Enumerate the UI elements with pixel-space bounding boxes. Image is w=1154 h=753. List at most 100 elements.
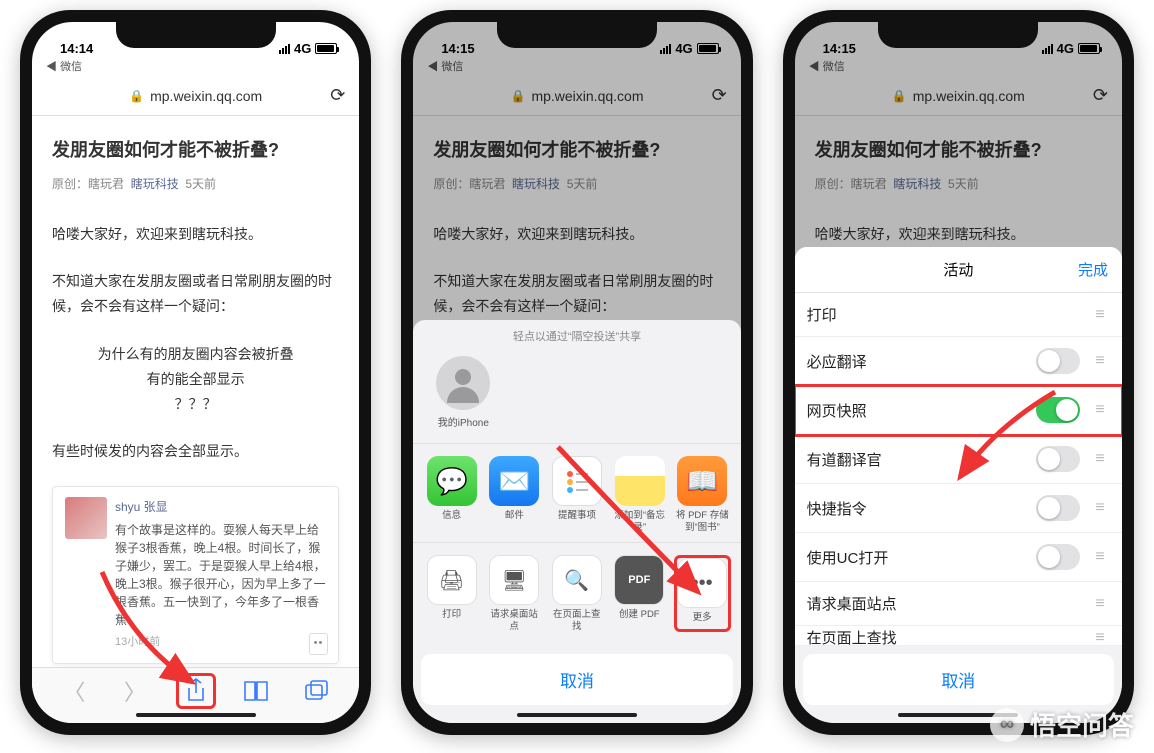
article-content: 发朋友圈如何才能不被折叠? 原创：瞎玩君 瞎玩科技 5天前 哈喽大家好，欢迎来到… xyxy=(32,116,359,723)
activity-row[interactable]: 打印≡ xyxy=(795,293,1122,337)
activity-name: 快捷指令 xyxy=(807,498,1036,519)
app-notes[interactable]: 添加到“备忘录” xyxy=(611,456,668,532)
notes-icon xyxy=(615,456,665,506)
app-reminders[interactable]: 提醒事项 xyxy=(549,456,606,532)
activity-row[interactable]: 快捷指令 ≡ xyxy=(795,484,1122,533)
signal-bars-icon xyxy=(279,44,290,54)
cancel-button[interactable]: 取消 xyxy=(421,654,732,705)
card-username[interactable]: shyu 张显 xyxy=(115,497,326,519)
phone-3: 14:15 4G ◀ 微信 🔒 mp.weixin.qq.com ⟳ 发朋友圈如… xyxy=(783,10,1134,735)
share-apps-row: 💬信息 ✉️邮件 提醒事项 添加到“备忘录” 📖将 PDF 存储到“图书” xyxy=(413,444,740,543)
share-actions-row: 🖨打印 🖥请求桌面站点 🔍在页面上查找 PDF创建 PDF •••更多 xyxy=(413,543,740,646)
drag-handle-icon[interactable]: ≡ xyxy=(1090,306,1110,324)
action-more[interactable]: •••更多 xyxy=(674,555,731,632)
cancel-button[interactable]: 取消 xyxy=(803,654,1114,705)
activity-name: 打印 xyxy=(807,304,1090,325)
person-icon xyxy=(436,356,490,410)
drag-handle-icon[interactable]: ≡ xyxy=(1090,401,1110,419)
drag-handle-icon[interactable]: ≡ xyxy=(1090,629,1110,647)
url-bar[interactable]: 🔒 mp.weixin.qq.com ⟳ xyxy=(32,76,359,116)
forward-icon[interactable]: 〉 xyxy=(115,673,155,709)
messages-icon: 💬 xyxy=(427,456,477,506)
activities-panel: 活动 完成 打印≡必应翻译≡网页快照≡有道翻译官≡快捷指令≡使用UC打开≡请求桌… xyxy=(795,247,1122,723)
battery-icon xyxy=(315,43,337,54)
watermark-logo-icon: ∞ xyxy=(990,708,1024,742)
action-desktop-site[interactable]: 🖥请求桌面站点 xyxy=(486,555,543,632)
back-to-app[interactable]: ◀ 微信 xyxy=(32,56,359,76)
avatar-thumb xyxy=(65,497,107,539)
bookmarks-icon[interactable] xyxy=(236,673,276,709)
activity-row[interactable]: 必应翻译 ≡ xyxy=(795,337,1122,386)
activity-row[interactable]: 请求桌面站点≡ xyxy=(795,582,1122,626)
activity-row[interactable]: 在页面上查找≡ xyxy=(795,626,1122,646)
activity-row[interactable]: 使用UC打开 ≡ xyxy=(795,533,1122,582)
toggle-switch[interactable] xyxy=(1036,495,1080,521)
paragraph: 有些时候发的内容会全部显示。 xyxy=(52,439,339,464)
more-dots-icon[interactable]: •• xyxy=(309,633,329,655)
phone-1: 14:14 4G ◀ 微信 🔒 mp.weixin.qq.com ⟳ 发朋友圈如… xyxy=(20,10,371,735)
moments-card: shyu 张显 有个故事是这样的。耍猴人每天早上给猴子3根香蕉，晚上4根。时间长… xyxy=(52,486,339,663)
airdrop-contact[interactable]: 我的iPhone xyxy=(431,356,495,429)
search-icon: 🔍 xyxy=(552,555,602,605)
done-button[interactable]: 完成 xyxy=(1078,259,1108,280)
share-sheet: 轻点以通过“隔空投送”共享 我的iPhone 💬信息 ✉️邮件 提醒事项 添加到… xyxy=(413,320,740,723)
share-icon[interactable] xyxy=(176,673,216,709)
desktop-icon: 🖥 xyxy=(489,555,539,605)
app-messages[interactable]: 💬信息 xyxy=(423,456,480,532)
card-text: 有个故事是这样的。耍猴人每天早上给猴子3根香蕉，晚上4根。时间长了，猴子嫌少，罢… xyxy=(115,521,326,629)
books-icon: 📖 xyxy=(677,456,727,506)
clock: 14:14 xyxy=(60,41,93,56)
reload-icon[interactable]: ⟳ xyxy=(330,85,345,106)
article-meta: 原创：瞎玩君 瞎玩科技 5天前 xyxy=(52,174,339,196)
source-link[interactable]: 瞎玩科技 xyxy=(131,177,179,191)
more-icon: ••• xyxy=(677,558,727,608)
network-label: 4G xyxy=(294,41,311,56)
app-books[interactable]: 📖将 PDF 存储到“图书” xyxy=(674,456,731,532)
article-title: 发朋友圈如何才能不被折叠? xyxy=(52,134,339,166)
drag-handle-icon[interactable]: ≡ xyxy=(1090,595,1110,613)
activity-name: 在页面上查找 xyxy=(807,627,1090,646)
activity-row[interactable]: 有道翻译官 ≡ xyxy=(795,435,1122,484)
card-time: 13小时前 xyxy=(115,633,326,653)
activities-list: 打印≡必应翻译≡网页快照≡有道翻译官≡快捷指令≡使用UC打开≡请求桌面站点≡在页… xyxy=(795,293,1122,646)
activity-name: 使用UC打开 xyxy=(807,547,1036,568)
phone-2: 14:15 4G ◀ 微信 🔒 mp.weixin.qq.com ⟳ 发朋友圈如… xyxy=(401,10,752,735)
activity-name: 请求桌面站点 xyxy=(807,593,1090,614)
activity-name: 有道翻译官 xyxy=(807,449,1036,470)
home-indicator[interactable] xyxy=(136,713,256,717)
mail-icon: ✉️ xyxy=(489,456,539,506)
home-indicator[interactable] xyxy=(517,713,637,717)
airdrop-row: 我的iPhone xyxy=(413,350,740,444)
activity-row[interactable]: 网页快照 ≡ xyxy=(795,386,1122,435)
paragraph-center: 为什么有的朋友圈内容会被折叠 有的能全部显示 ？？？ xyxy=(52,342,339,418)
toggle-switch[interactable] xyxy=(1036,348,1080,374)
app-mail[interactable]: ✉️邮件 xyxy=(486,456,543,532)
print-icon: 🖨 xyxy=(427,555,477,605)
action-print[interactable]: 🖨打印 xyxy=(423,555,480,632)
lock-icon: 🔒 xyxy=(129,89,144,103)
pdf-icon: PDF xyxy=(614,555,664,605)
drag-handle-icon[interactable]: ≡ xyxy=(1090,548,1110,566)
reminders-icon xyxy=(552,456,602,506)
notch xyxy=(116,22,276,48)
activity-name: 必应翻译 xyxy=(807,351,1036,372)
notch xyxy=(878,22,1038,48)
airdrop-hint: 轻点以通过“隔空投送”共享 xyxy=(413,328,740,344)
activity-name: 网页快照 xyxy=(807,400,1036,421)
drag-handle-icon[interactable]: ≡ xyxy=(1090,352,1110,370)
toggle-switch[interactable] xyxy=(1036,544,1080,570)
toggle-switch[interactable] xyxy=(1036,446,1080,472)
watermark: ∞ 悟空问答 xyxy=(990,706,1134,743)
url-text: mp.weixin.qq.com xyxy=(150,88,262,104)
activities-header: 活动 完成 xyxy=(795,247,1122,293)
tabs-icon[interactable] xyxy=(297,673,337,709)
drag-handle-icon[interactable]: ≡ xyxy=(1090,450,1110,468)
action-create-pdf[interactable]: PDF创建 PDF xyxy=(611,555,668,632)
toggle-switch[interactable] xyxy=(1036,397,1080,423)
action-find[interactable]: 🔍在页面上查找 xyxy=(548,555,605,632)
drag-handle-icon[interactable]: ≡ xyxy=(1090,499,1110,517)
notch xyxy=(497,22,657,48)
paragraph: 不知道大家在发朋友圈或者日常刷朋友圈的时候，会不会有这样一个疑问： xyxy=(52,269,339,319)
back-icon[interactable]: 〈 xyxy=(54,673,94,709)
paragraph: 哈喽大家好，欢迎来到瞎玩科技。 xyxy=(52,222,339,247)
